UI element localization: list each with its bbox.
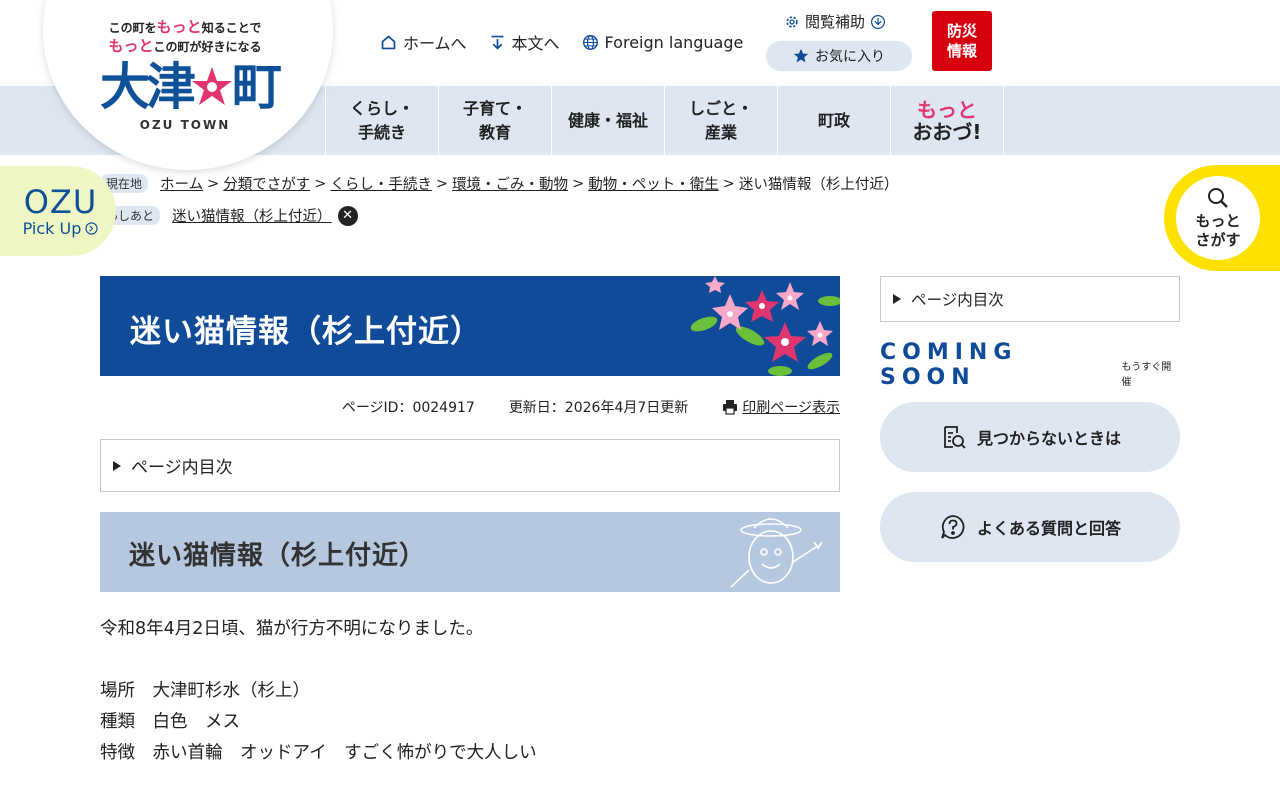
not-found-button[interactable]: 見つからないときは <box>880 402 1180 472</box>
detail-line: 種類 白色 メス <box>100 712 240 732</box>
favorites-button[interactable]: お気に入り <box>766 41 912 71</box>
triangle-right-icon <box>893 294 901 304</box>
page-toc-toggle[interactable]: ページ内目次 <box>100 439 840 492</box>
triangle-right-icon <box>113 460 121 471</box>
breadcrumb: 現在地 ホーム > 分類でさがす > くらし・手続き > 環境・ごみ・動物 > 動物・ペ… <box>100 173 898 194</box>
printer-icon <box>723 400 738 415</box>
breadcrumb-current: 迷い猫情報（杉上付近） <box>738 177 899 193</box>
breadcrumb-link[interactable]: 分類でさがす <box>223 173 310 194</box>
gnav-item-living[interactable]: くらし・ 手続き <box>326 86 439 155</box>
history-link[interactable]: 迷い猫情報（杉上付近） <box>172 205 332 226</box>
logo-tagline: この町をもっと知ることで もっとこの町が好きになる <box>108 18 262 55</box>
detail-line: 場所 大津町杉水（杉上） <box>100 681 310 701</box>
breadcrumb-link[interactable]: ホーム <box>160 173 203 194</box>
logo-subtitle: OZU TOWN <box>139 118 231 132</box>
breadcrumb-link[interactable]: 環境・ごみ・動物 <box>452 173 568 194</box>
star-flower-icon <box>192 67 232 105</box>
mascot-illustration <box>730 518 823 588</box>
site-logo[interactable]: この町をもっと知ることで もっとこの町が好きになる 大津 町 OZU TOWN <box>100 18 282 132</box>
skip-to-content-link[interactable]: 本文へ <box>489 30 560 54</box>
coming-soon-banner[interactable]: COMING SOON もうすぐ開催 <box>880 340 1180 390</box>
arrow-down-icon <box>491 35 503 50</box>
header-links: ホームへ 本文へ Foreign language <box>380 30 743 54</box>
search-icon <box>1208 188 1228 208</box>
updated-date: 更新日：2026年4月7日更新 <box>508 400 689 416</box>
history-trail: あしあと 迷い猫情報（杉上付近） ✕ <box>100 205 358 226</box>
search-button[interactable]: もっと さがす <box>1164 165 1280 271</box>
gnav-item-health[interactable]: 健康・福祉 <box>552 86 665 155</box>
side-toc-toggle[interactable]: ページ内目次 <box>880 276 1180 322</box>
section-heading: 迷い猫情報（杉上付近） <box>129 541 427 571</box>
home-icon <box>381 34 396 49</box>
breadcrumb-link[interactable]: くらし・手続き <box>330 173 432 194</box>
gnav-item-government[interactable]: 町政 <box>778 86 891 155</box>
article-body: 令和8年4月2日頃、猫が行方不明になりました。 場所 大津町杉水（杉上） 種類 … <box>100 614 537 769</box>
accessibility-button[interactable]: 閲覧補助 <box>784 11 886 32</box>
lead-paragraph: 令和8年4月2日頃、猫が行方不明になりました。 <box>100 619 484 639</box>
flower-decoration <box>690 276 840 376</box>
foreign-language-link[interactable]: Foreign language <box>582 30 743 54</box>
page-title: 迷い猫情報（杉上付近） <box>130 314 482 350</box>
pickup-button[interactable]: OZU Pick Up <box>0 166 116 256</box>
disaster-info-button[interactable]: 防災 情報 <box>932 11 992 71</box>
star-icon <box>793 48 809 63</box>
arrow-right-circle-icon <box>85 221 99 235</box>
section-heading-band: 迷い猫情報（杉上付近） <box>100 512 840 592</box>
gear-icon <box>786 15 798 28</box>
question-bubble-icon <box>941 515 965 539</box>
page-meta: ページID：0024917 更新日：2026年4月7日更新 印刷ページ表示 <box>100 397 840 417</box>
close-icon[interactable]: ✕ <box>337 205 358 226</box>
page-id: ページID：0024917 <box>341 400 475 416</box>
chevron-down-circle-icon <box>871 14 886 29</box>
gnav-item-industry[interactable]: しごと・ 産業 <box>665 86 778 155</box>
print-link[interactable]: 印刷ページ表示 <box>722 397 840 417</box>
gnav-item-motto-ozu[interactable]: もっと おおづ! <box>891 86 1004 155</box>
faq-button[interactable]: よくある質問と回答 <box>880 492 1180 562</box>
detail-line: 特徴 赤い首輪 オッドアイ すごく怖がりで大人しい <box>100 743 537 763</box>
gnav-item-education[interactable]: 子育て・ 教育 <box>439 86 552 155</box>
logo-wordmark: 大津 町 <box>100 58 282 116</box>
page-title-banner: 迷い猫情報（杉上付近） <box>100 276 840 376</box>
globe-icon <box>582 34 598 50</box>
breadcrumb-link[interactable]: 動物・ペット・衛生 <box>588 173 719 194</box>
document-search-icon <box>944 426 966 449</box>
home-link[interactable]: ホームへ <box>380 30 467 54</box>
